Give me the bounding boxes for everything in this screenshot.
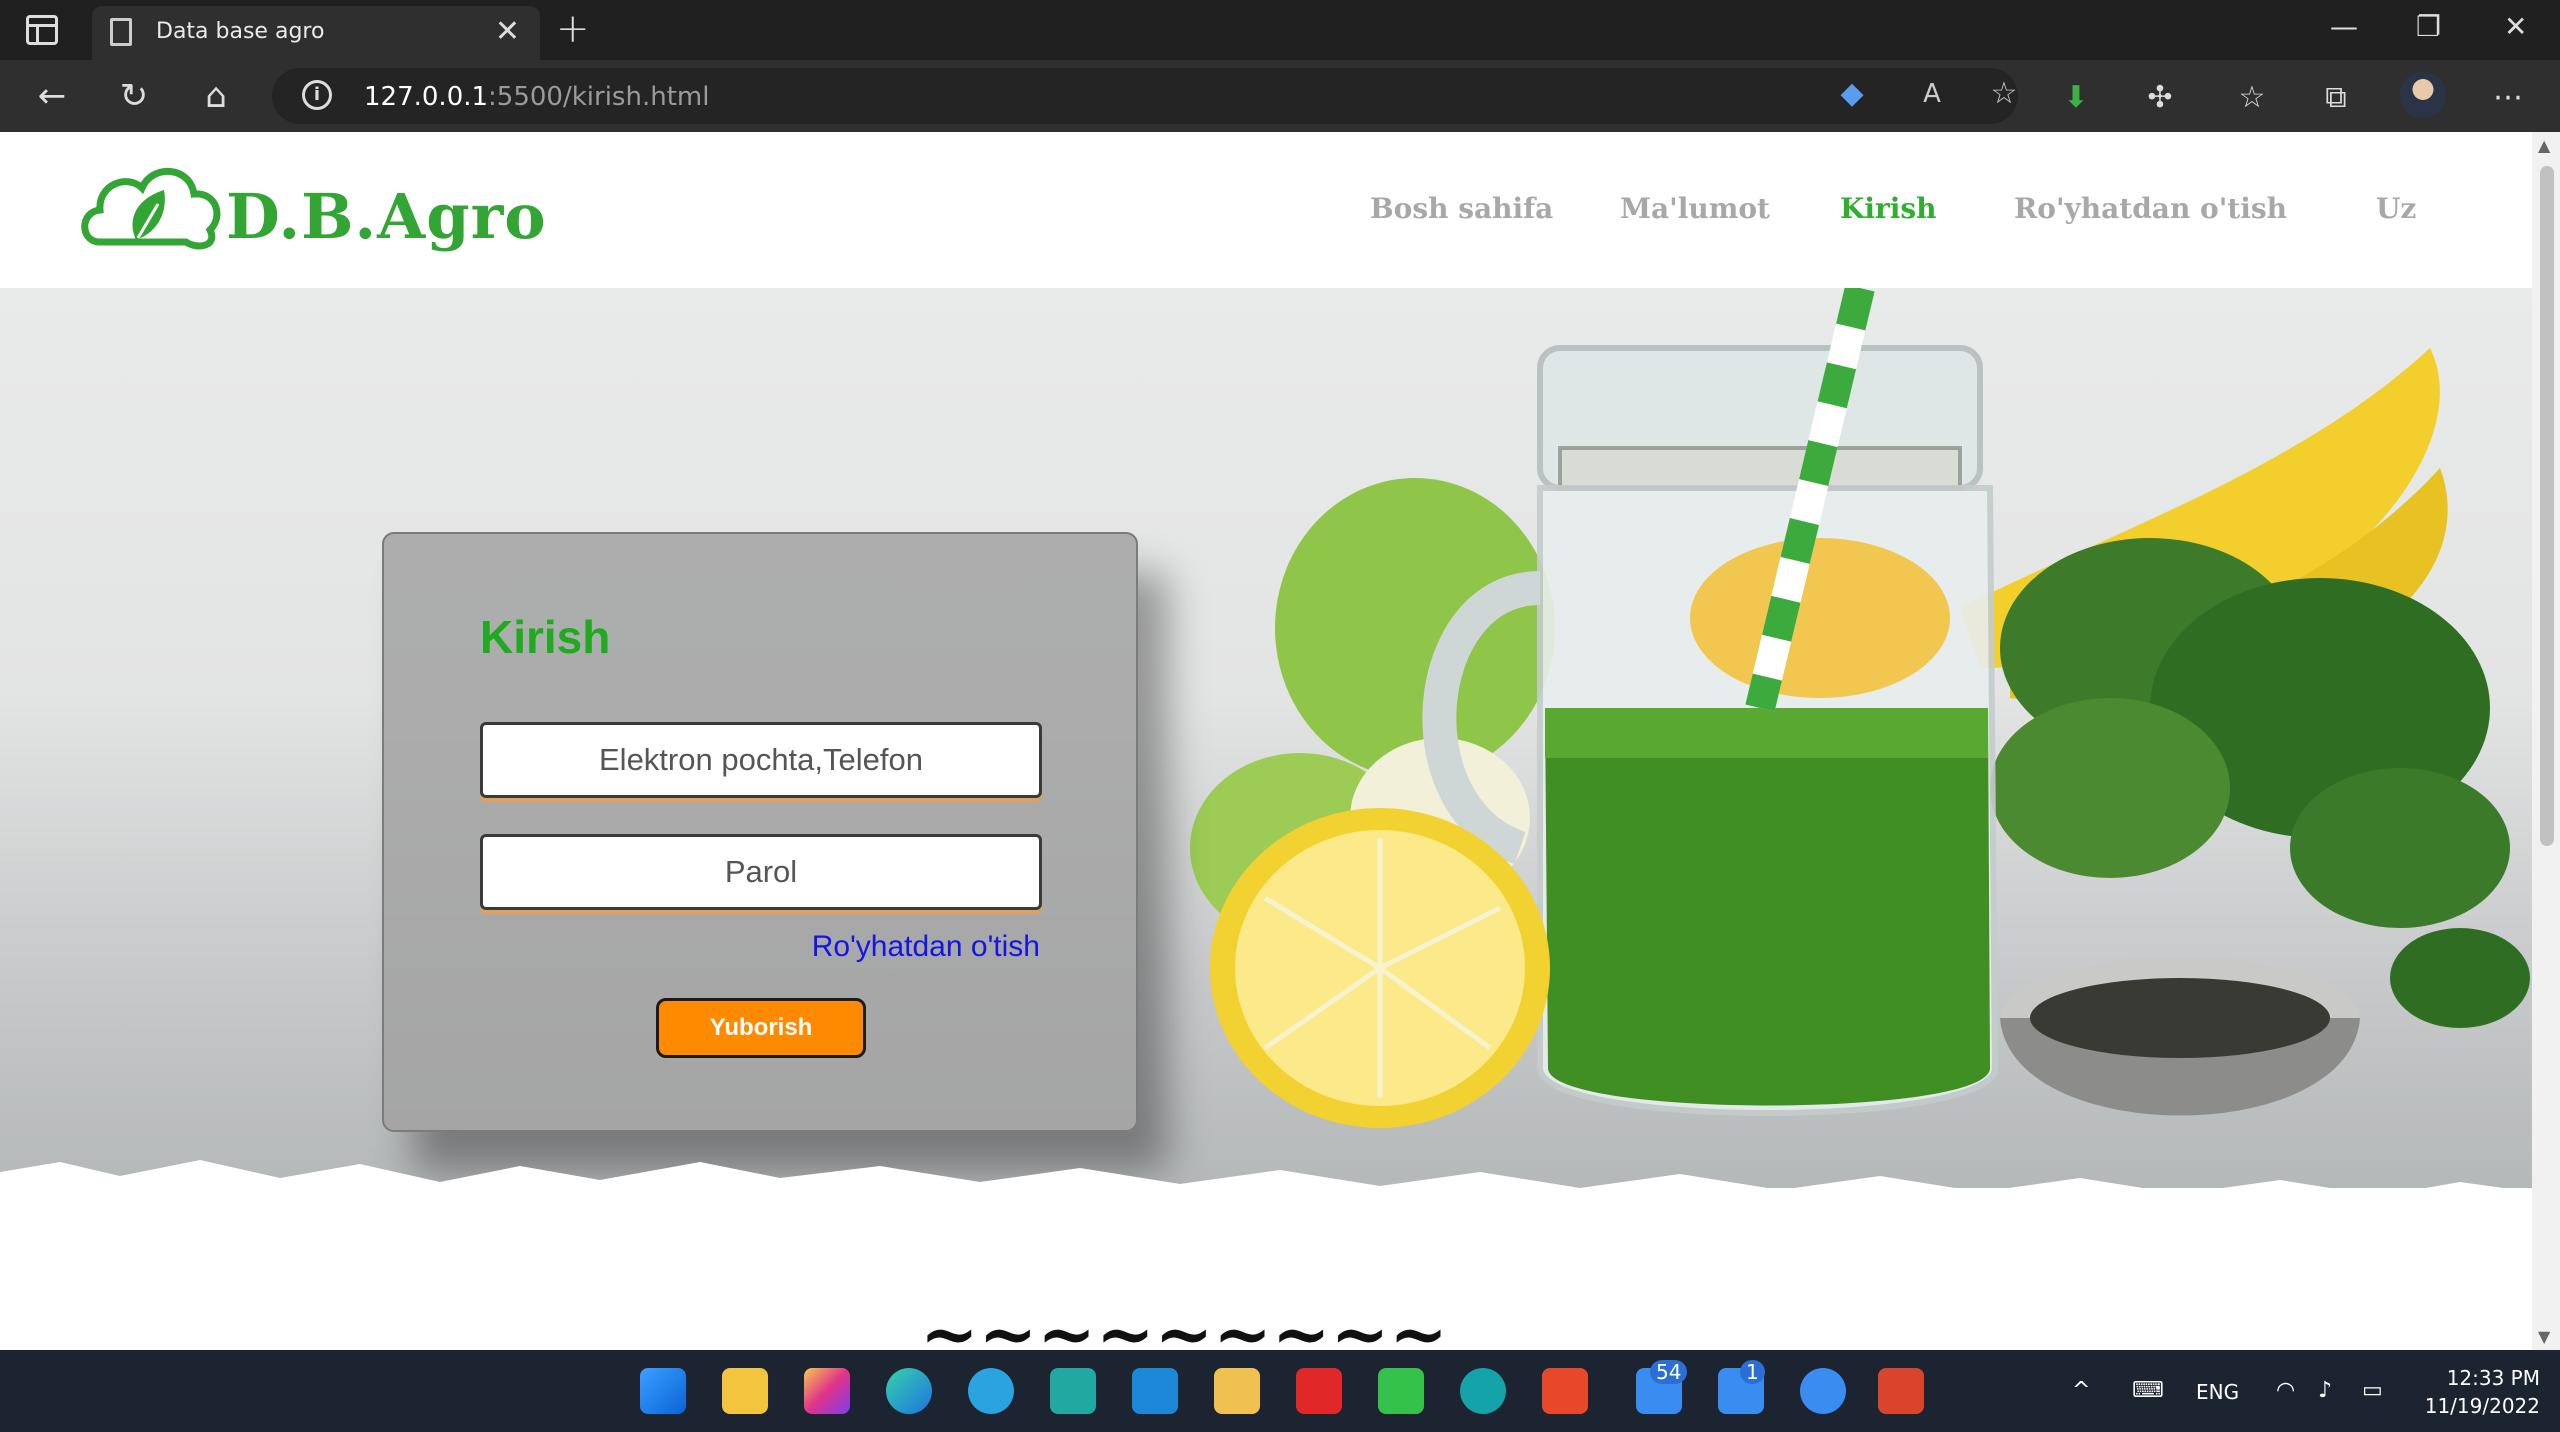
red-star-app-icon[interactable] xyxy=(1296,1368,1342,1414)
nav-info-link[interactable]: Ma'lumot xyxy=(1620,192,1770,225)
language-selector[interactable]: Uz xyxy=(2376,192,2416,225)
address-bar[interactable]: i 127.0.0.1:5500/kirish.html ◆ A ☆ xyxy=(272,68,2018,124)
minimize-icon[interactable]: — xyxy=(2330,10,2358,43)
web-page: D.B.Agro Bosh sahifa Ma'lumot Kirish Ro'… xyxy=(0,132,2532,1350)
browser-titlebar: Data base agro ✕ + — ❐ ✕ xyxy=(0,0,2560,60)
clock-date: 11/19/2022 xyxy=(2424,1394,2540,1418)
login-input[interactable]: Elektron pochta,Telefon xyxy=(480,722,1042,798)
section-heading-partial: ~~~~~~~~~ xyxy=(920,1292,1448,1350)
home-icon[interactable]: ⌂ xyxy=(194,74,238,118)
font-app-icon[interactable] xyxy=(1050,1368,1096,1414)
teams-icon[interactable] xyxy=(1800,1368,1846,1414)
hero-banner: Kirish Elektron pochta,Telefon Parol Ro'… xyxy=(0,288,2532,1188)
submit-button[interactable]: Yuborish xyxy=(656,998,866,1058)
edge-icon[interactable] xyxy=(886,1368,932,1414)
password-input[interactable]: Parol xyxy=(480,834,1042,910)
browser-toolbar: ← ↻ ⌂ i 127.0.0.1:5500/kirish.html ◆ A ☆… xyxy=(0,60,2560,132)
login-title: Kirish xyxy=(480,611,611,663)
new-tab-icon[interactable]: + xyxy=(556,6,590,52)
scroll-thumb[interactable] xyxy=(2540,166,2554,846)
wifi-icon[interactable]: ◠ xyxy=(2276,1378,2295,1403)
office-icon[interactable] xyxy=(1542,1368,1588,1414)
windows-taskbar: 54 1 ^ ⌨ ENG ◠ ♪ ▭ 12:33 PM 11/19/2022 xyxy=(0,1350,2560,1432)
url-host: 127.0.0.1 xyxy=(364,82,489,112)
scroll-down-icon[interactable]: ▼ xyxy=(2538,1327,2550,1346)
site-logo[interactable]: D.B.Agro xyxy=(78,154,558,264)
telegram-icon[interactable] xyxy=(968,1368,1014,1414)
download-extension-icon[interactable]: ⬇ xyxy=(2056,78,2096,118)
calendar-app-icon[interactable] xyxy=(1214,1368,1260,1414)
show-hidden-icons[interactable]: ^ xyxy=(2072,1378,2090,1403)
register-link[interactable]: Ro'yhatdan o'tish xyxy=(812,930,1040,964)
start-icon[interactable] xyxy=(640,1368,686,1414)
scroll-up-icon[interactable]: ▲ xyxy=(2538,136,2550,155)
mail-badge: 1 xyxy=(1740,1360,1765,1384)
refresh-icon[interactable]: ↻ xyxy=(112,74,156,118)
system-clock[interactable]: 12:33 PM 11/19/2022 xyxy=(2420,1364,2540,1420)
battery-icon[interactable]: ▭ xyxy=(2362,1378,2383,1403)
coupon-tag-icon[interactable]: ◆ xyxy=(1832,74,1872,114)
file-explorer-icon[interactable] xyxy=(722,1368,768,1414)
close-tab-icon[interactable]: ✕ xyxy=(495,14,520,49)
smoothie-hero-image xyxy=(1190,288,2530,1128)
extensions-icon[interactable]: ✣ xyxy=(2140,78,2180,118)
instagram-icon[interactable] xyxy=(804,1368,850,1414)
language-indicator[interactable]: ENG xyxy=(2196,1380,2239,1404)
arduino-icon[interactable] xyxy=(1460,1368,1506,1414)
more-menu-icon[interactable]: ⋯ xyxy=(2488,78,2528,118)
nav-login-link[interactable]: Kirish xyxy=(1840,192,1936,225)
nav-register-link[interactable]: Ro'yhatdan o'tish xyxy=(2014,192,2287,225)
add-favorite-icon[interactable]: ☆ xyxy=(1984,74,2024,114)
url-path: :5500/kirish.html xyxy=(488,82,710,112)
volume-icon[interactable]: ♪ xyxy=(2318,1378,2332,1403)
page-icon xyxy=(110,18,132,46)
powerpoint-icon[interactable] xyxy=(1878,1368,1924,1414)
login-panel: Kirish Elektron pochta,Telefon Parol Ro'… xyxy=(382,532,1138,1132)
site-header: D.B.Agro Bosh sahifa Ma'lumot Kirish Ro'… xyxy=(0,132,2532,288)
site-info-icon[interactable]: i xyxy=(302,80,332,110)
profile-avatar[interactable] xyxy=(2400,72,2446,118)
tab-actions-icon[interactable] xyxy=(26,15,58,45)
browser-tab[interactable]: Data base agro ✕ xyxy=(92,6,540,60)
clock-time: 12:33 PM xyxy=(2446,1366,2540,1390)
nav-home-link[interactable]: Bosh sahifa xyxy=(1370,192,1553,225)
back-icon[interactable]: ← xyxy=(30,74,74,118)
green-app-icon[interactable] xyxy=(1378,1368,1424,1414)
favorites-icon[interactable]: ☆ xyxy=(2232,78,2272,118)
store-badge: 54 xyxy=(1650,1360,1688,1384)
close-window-icon[interactable]: ✕ xyxy=(2504,10,2527,43)
logo-text: D.B.Agro xyxy=(226,180,547,253)
tab-title: Data base agro xyxy=(156,19,325,44)
restore-icon[interactable]: ❐ xyxy=(2416,10,2441,43)
read-aloud-icon[interactable]: A xyxy=(1912,74,1952,114)
collections-icon[interactable]: ⧉ xyxy=(2316,78,2356,118)
keyboard-icon[interactable]: ⌨ xyxy=(2132,1378,2164,1403)
url-text[interactable]: 127.0.0.1:5500/kirish.html xyxy=(364,82,709,112)
page-scrollbar[interactable]: ▲ ▼ xyxy=(2532,132,2560,1350)
leaf-cloud-logo-icon xyxy=(81,168,221,250)
vscode-icon[interactable] xyxy=(1132,1368,1178,1414)
torn-paper-edge xyxy=(0,1160,2532,1212)
